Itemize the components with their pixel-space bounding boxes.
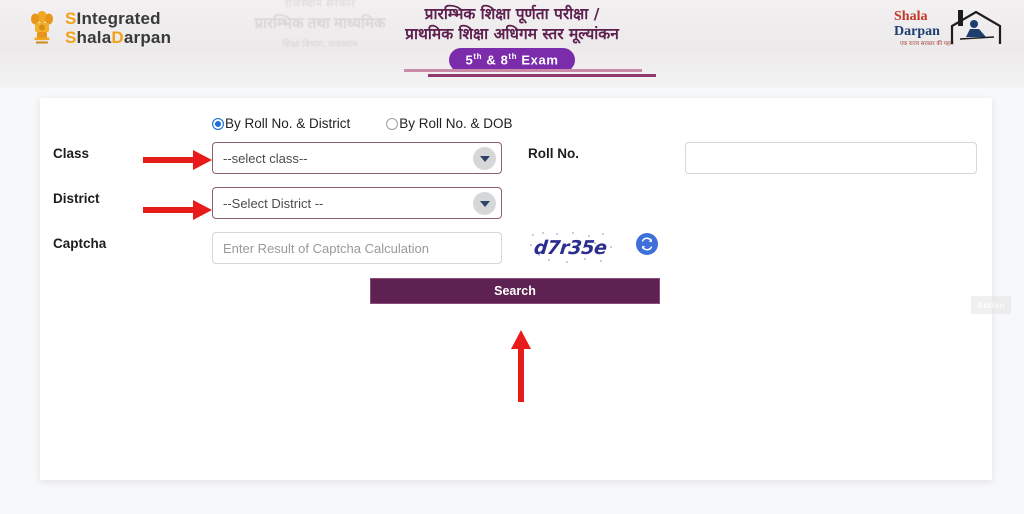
search-mode-radio-group: By Roll No. & District By Roll No. & DOB xyxy=(212,116,513,131)
badge-sup-1: th xyxy=(473,52,483,61)
shaladarpan-logo[interactable]: Shala Darpan एक राज्य सरकार की पहल xyxy=(894,6,1002,52)
radio-dot-unselected[interactable] xyxy=(386,117,399,130)
shaladarpan-wordmark: Shala Darpan xyxy=(894,9,940,39)
title-line-1: प्रारम्भिक शिक्षा पूर्णता परीक्षा / xyxy=(424,5,600,23)
title-underline xyxy=(0,69,1024,85)
chevron-down-icon[interactable] xyxy=(473,147,496,170)
captcha-label: Captcha xyxy=(53,236,107,251)
roll-no-label: Roll No. xyxy=(528,146,579,161)
class-select[interactable]: --select class-- xyxy=(212,142,502,174)
house-icon xyxy=(946,8,1002,53)
wordmark-darpan: Darpan xyxy=(894,24,940,39)
captcha-image: d7r35e xyxy=(528,230,618,266)
radio-dot-selected[interactable] xyxy=(212,117,224,130)
search-form-card: By Roll No. & District By Roll No. & DOB… xyxy=(40,98,1011,480)
class-select-value: --select class-- xyxy=(223,150,308,166)
underline-top xyxy=(404,69,642,72)
title-line-2: प्राथमिक शिक्षा अधिगम स्तर मूल्यांकन xyxy=(405,25,619,43)
action-ghost-button[interactable]: Action xyxy=(971,296,1011,314)
radio-by-roll-and-dob[interactable]: By Roll No. & DOB xyxy=(386,116,513,131)
district-label: District xyxy=(53,191,100,206)
radio-label-district: By Roll No. & District xyxy=(225,116,351,131)
search-button[interactable]: Search xyxy=(370,278,660,304)
underline-bottom xyxy=(428,74,656,77)
radio-label-dob: By Roll No. & DOB xyxy=(399,116,513,131)
action-ghost-label: Action xyxy=(977,300,1005,310)
refresh-icon[interactable] xyxy=(636,233,658,255)
captcha-input[interactable]: Enter Result of Captcha Calculation xyxy=(212,232,502,264)
badge-word: Exam xyxy=(521,52,559,68)
search-button-label: Search xyxy=(494,284,536,298)
badge-sup-2: th xyxy=(508,52,518,61)
page-title: प्रारम्भिक शिक्षा पूर्णता परीक्षा / प्रा… xyxy=(0,4,1024,73)
radio-by-roll-and-district[interactable]: By Roll No. & District xyxy=(212,116,350,131)
chevron-down-icon[interactable] xyxy=(473,192,496,215)
captcha-input-placeholder: Enter Result of Captcha Calculation xyxy=(223,240,429,256)
site-header: राजस्थान सरकार प्रारम्भिक तथा माध्यमिक श… xyxy=(0,0,1024,88)
wordmark-shala: Shala xyxy=(894,9,928,24)
roll-no-input[interactable] xyxy=(685,142,977,174)
class-label: Class xyxy=(53,146,90,161)
page-root: राजस्थान सरकार प्रारम्भिक तथा माध्यमिक श… xyxy=(0,0,1024,514)
district-select-value: --Select District -- xyxy=(223,195,324,211)
captcha-image-text: d7r35e xyxy=(532,237,608,259)
badge-amp: & xyxy=(486,52,497,68)
district-select[interactable]: --Select District -- xyxy=(212,187,502,219)
